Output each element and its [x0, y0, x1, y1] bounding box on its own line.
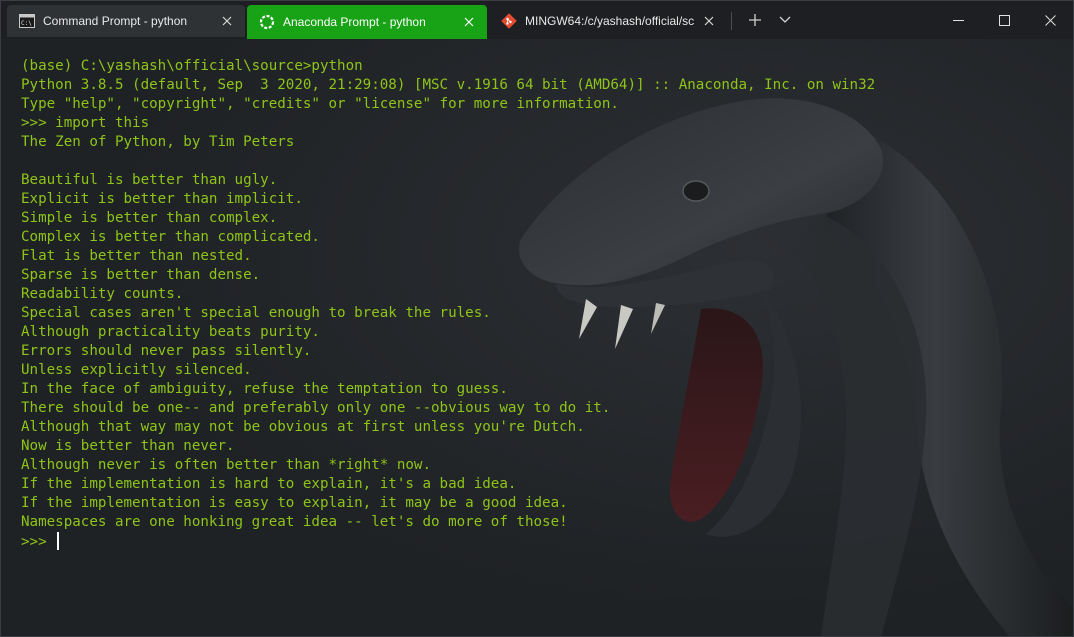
close-tab-icon[interactable]: [699, 11, 719, 31]
terminal-line: Although never is often better than *rig…: [21, 457, 431, 473]
minimize-icon[interactable]: [935, 1, 981, 39]
chevron-down-icon[interactable]: [770, 5, 800, 35]
maximize-icon[interactable]: [981, 1, 1027, 39]
tab-command-prompt[interactable]: C:\ Command Prompt - python: [7, 5, 245, 37]
cmd-icon: C:\: [19, 13, 35, 29]
window-controls: [935, 1, 1073, 39]
terminal-line: Special cases aren't special enough to b…: [21, 305, 491, 321]
tab-mingw64[interactable]: MINGW64:/c/yashash/official/sc: [489, 5, 727, 37]
terminal-line: Unless explicitly silenced.: [21, 362, 252, 378]
terminal-line: If the implementation is hard to explain…: [21, 476, 517, 492]
svg-text:C:\: C:\: [21, 20, 32, 27]
terminal-line: The Zen of Python, by Tim Peters: [21, 134, 295, 150]
terminal-line: Namespaces are one honking great idea --…: [21, 514, 568, 530]
tab-divider: [731, 12, 732, 30]
terminal-line: Explicit is better than implicit.: [21, 191, 303, 207]
terminal-line: Sparse is better than dense.: [21, 267, 261, 283]
terminal-line: Complex is better than complicated.: [21, 229, 320, 245]
tab-title: MINGW64:/c/yashash/official/sc: [525, 14, 695, 28]
terminal-output: (base) C:\yashash\official\source>python…: [21, 57, 875, 551]
tab-title: Anaconda Prompt - python: [283, 15, 426, 29]
terminal-line: Now is better than never.: [21, 438, 235, 454]
terminal-line: Python 3.8.5 (default, Sep 3 2020, 21:29…: [21, 77, 876, 93]
prompt-line[interactable]: >>>: [21, 532, 875, 551]
terminal-line: Simple is better than complex.: [21, 210, 278, 226]
terminal-line: There should be one-- and preferably onl…: [21, 400, 611, 416]
text-cursor: [57, 532, 60, 550]
git-icon: [501, 13, 517, 29]
terminal-line: Beautiful is better than ugly.: [21, 172, 278, 188]
terminal-line: If the implementation is easy to explain…: [21, 495, 568, 511]
tab-title: Command Prompt - python: [43, 14, 188, 28]
terminal-line: Errors should never pass silently.: [21, 343, 312, 359]
terminal-line: Although that way may not be obvious at …: [21, 419, 585, 435]
terminal-line: Readability counts.: [21, 286, 184, 302]
close-tab-icon[interactable]: [217, 11, 237, 31]
terminal-window: C:\ Command Prompt - python Anaconda Pro…: [0, 0, 1074, 637]
tab-bar: C:\ Command Prompt - python Anaconda Pro…: [1, 1, 1073, 39]
terminal-line: Although practicality beats purity.: [21, 324, 320, 340]
tab-anaconda-prompt[interactable]: Anaconda Prompt - python: [247, 5, 487, 39]
anaconda-icon: [259, 14, 275, 30]
terminal-pane[interactable]: (base) C:\yashash\official\source>python…: [1, 39, 1073, 636]
python-prompt: >>>: [21, 534, 56, 550]
terminal-line: In the face of ambiguity, refuse the tem…: [21, 381, 508, 397]
close-icon[interactable]: [1027, 1, 1073, 39]
new-tab-icon[interactable]: [740, 5, 770, 35]
terminal-line: Type "help", "copyright", "credits" or "…: [21, 96, 619, 112]
terminal-line: (base) C:\yashash\official\source>python: [21, 58, 363, 74]
close-tab-icon[interactable]: [459, 12, 479, 32]
terminal-line: Flat is better than nested.: [21, 248, 252, 264]
terminal-line: >>> import this: [21, 115, 150, 131]
